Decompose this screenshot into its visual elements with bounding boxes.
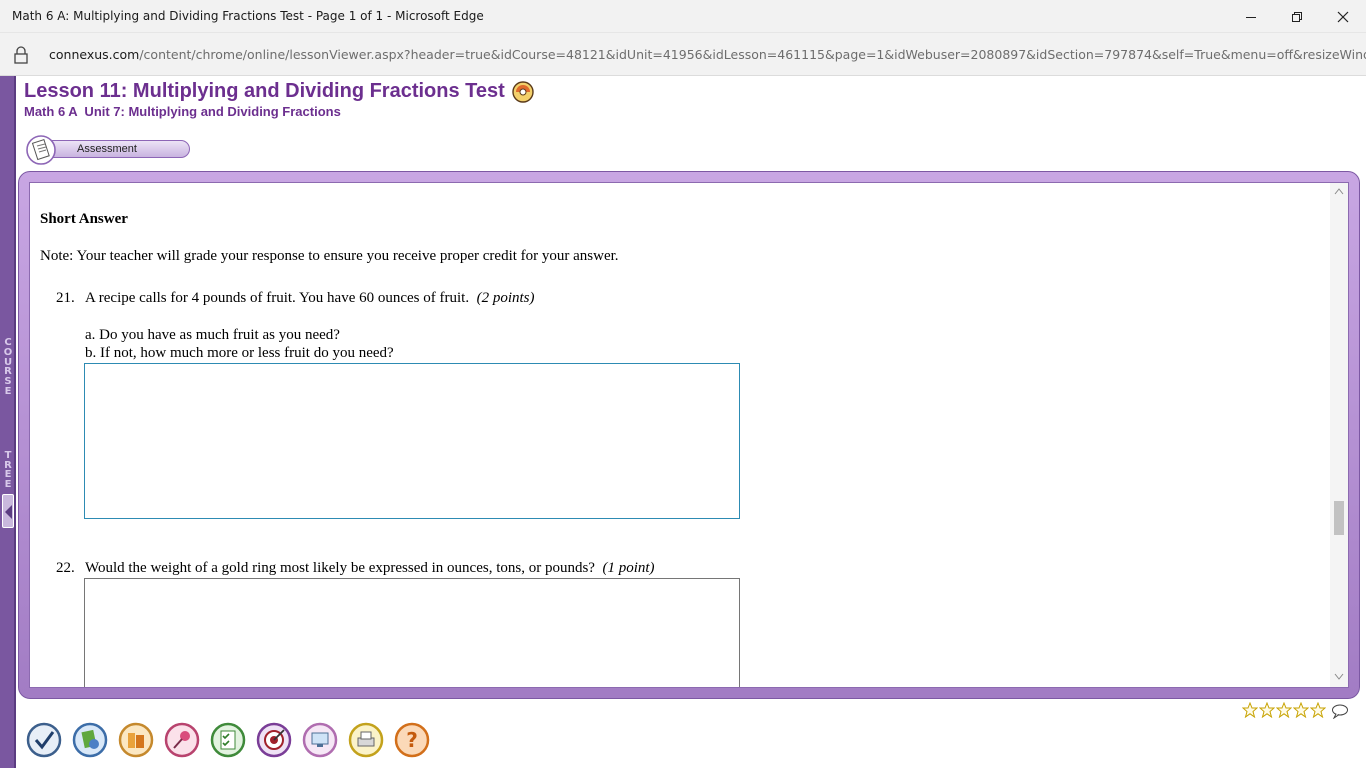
scrollbar-thumb[interactable]: [1334, 501, 1344, 535]
url-path: /content/chrome/online/lessonViewer.aspx…: [139, 47, 1366, 62]
lesson-badge-icon: [512, 81, 534, 103]
question-21-points: (2 points): [476, 290, 535, 306]
minimize-icon: [1246, 16, 1256, 18]
scroll-up-icon[interactable]: [1334, 187, 1344, 195]
bookmark-pin-button[interactable]: [164, 722, 200, 758]
resources-button[interactable]: [72, 722, 108, 758]
assessment-panel: Short Answer Note: Your teacher will gra…: [29, 182, 1349, 688]
help-icon: ?: [394, 722, 430, 758]
assessment-tab-label: Assessment: [77, 143, 137, 155]
star-icon[interactable]: [1242, 702, 1258, 718]
pushpin-icon: [164, 722, 200, 758]
assessment-pill: Assessment: [40, 140, 190, 158]
screen-button[interactable]: [302, 722, 338, 758]
close-window-button[interactable]: [1320, 0, 1366, 33]
question-21-part-a: a. Do you have as much fruit as you need…: [85, 327, 340, 343]
goals-button[interactable]: [256, 722, 292, 758]
question-21-prompt: A recipe calls for 4 pounds of fruit. Yo…: [85, 290, 470, 306]
address-bar[interactable]: connexus.com/content/chrome/online/lesso…: [0, 33, 1366, 76]
question-22-number: 22.: [56, 560, 75, 576]
question-21-part-b: b. If not, how much more or less fruit d…: [85, 345, 394, 361]
star-rating[interactable]: [1242, 702, 1326, 718]
question-21-number: 21.: [56, 290, 75, 306]
content-scrollbar[interactable]: [1330, 183, 1348, 687]
question-22-answer-field[interactable]: [84, 578, 740, 687]
question-22-points: (1 point): [602, 560, 655, 576]
svg-text:?: ?: [406, 728, 418, 752]
assessment-content: Short Answer Note: Your teacher will gra…: [30, 183, 1330, 687]
lesson-title: Lesson 11: Multiplying and Dividing Frac…: [24, 80, 505, 102]
star-icon[interactable]: [1310, 702, 1326, 718]
triangle-left-icon: [5, 505, 12, 519]
printer-icon: [348, 722, 384, 758]
checklist-icon: [210, 722, 246, 758]
close-icon: [1337, 11, 1349, 22]
help-button[interactable]: ?: [394, 722, 430, 758]
lock-icon: [14, 46, 28, 64]
document-icon: [26, 135, 56, 165]
lesson-subtitle: Math 6 A Unit 7: Multiplying and Dividin…: [24, 104, 341, 119]
checklist-button[interactable]: [210, 722, 246, 758]
window-title: Math 6 A: Multiplying and Dividing Fract…: [12, 9, 484, 23]
bottom-toolbar: ?: [26, 722, 430, 762]
question-22-text: Would the weight of a gold ring most lik…: [85, 560, 655, 577]
section-heading: Short Answer: [40, 211, 128, 227]
question-21-answer-field[interactable]: [84, 363, 740, 519]
checkmark-icon: [26, 722, 62, 758]
globe-book-icon: [72, 722, 108, 758]
target-icon: [256, 722, 292, 758]
course-tree-toggle[interactable]: [2, 494, 14, 528]
star-icon[interactable]: [1276, 702, 1292, 718]
submit-check-button[interactable]: [26, 722, 62, 758]
grading-note: Note: Your teacher will grade your respo…: [40, 248, 619, 264]
minimize-button[interactable]: [1228, 0, 1274, 33]
comment-icon[interactable]: [1331, 703, 1349, 719]
url-domain: connexus.com: [49, 47, 140, 62]
scroll-down-icon[interactable]: [1334, 673, 1344, 681]
library-button[interactable]: [118, 722, 154, 758]
star-icon[interactable]: [1293, 702, 1309, 718]
window-titlebar: Math 6 A: Multiplying and Dividing Fract…: [0, 0, 1366, 33]
print-button[interactable]: [348, 722, 384, 758]
screen-icon: [302, 722, 338, 758]
restore-icon: [1292, 11, 1302, 22]
assessment-tab[interactable]: Assessment: [26, 135, 190, 165]
course-tree-label: COURSE TREE: [3, 337, 13, 491]
url-text[interactable]: connexus.com/content/chrome/online/lesso…: [49, 47, 1366, 62]
course-tree-strip[interactable]: COURSE TREE: [0, 76, 16, 768]
question-22-prompt: Would the weight of a gold ring most lik…: [85, 560, 595, 576]
question-21-text: A recipe calls for 4 pounds of fruit. Yo…: [85, 290, 535, 307]
restore-button[interactable]: [1274, 0, 1320, 33]
books-icon: [118, 722, 154, 758]
star-icon[interactable]: [1259, 702, 1275, 718]
